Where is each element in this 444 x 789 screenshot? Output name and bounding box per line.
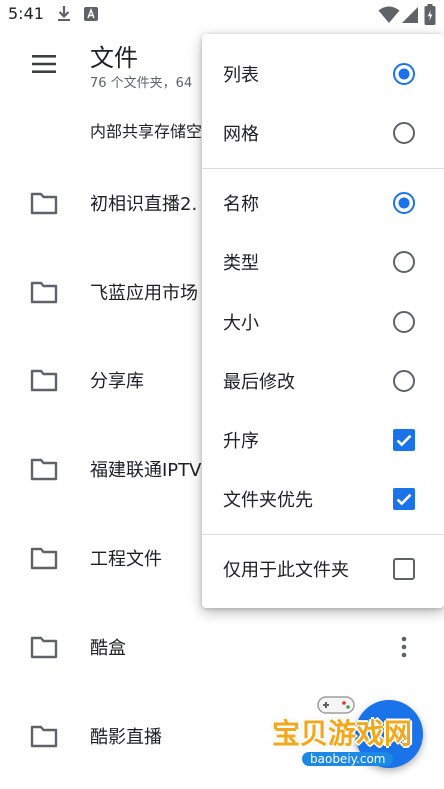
folder-name: 飞蓝应用市场 [90, 283, 198, 304]
checkbox-checked-icon[interactable] [392, 428, 416, 452]
folder-row[interactable]: 酷盒 [0, 617, 444, 677]
more-vert-icon[interactable] [396, 635, 412, 659]
radio-unselected-icon[interactable] [392, 250, 416, 274]
menu-item-label: 最后修改 [223, 372, 295, 393]
a-letter-icon [84, 7, 98, 21]
radio-unselected-icon[interactable] [392, 121, 416, 145]
folder-name: 酷盒 [90, 638, 126, 659]
view-options-menu: 列表 网格 名称 类型 大小 最后修改 升序 文件夹优先 仅用于此文件夹 [202, 34, 444, 608]
radio-selected-icon[interactable] [392, 62, 416, 86]
folder-name: 工程文件 [90, 549, 162, 570]
menu-item-sort-modified[interactable]: 最后修改 [202, 353, 444, 409]
folder-name: 福建联通IPTV [90, 460, 202, 481]
radio-selected-icon[interactable] [392, 191, 416, 215]
storage-label: 内部共享存储空 [90, 122, 203, 141]
menu-item-grid-view[interactable]: 网格 [202, 105, 444, 161]
menu-item-ascending[interactable]: 升序 [202, 412, 444, 468]
folder-icon [30, 458, 58, 481]
status-time: 5:41 [8, 4, 44, 23]
folder-count-subtitle: 76 个文件夹，64 [90, 76, 193, 91]
folder-name: 初相识直播2. [90, 194, 198, 215]
signal-icon [402, 7, 418, 23]
checkbox-checked-icon[interactable] [392, 487, 416, 511]
menu-item-label: 网格 [223, 124, 259, 145]
download-icon [58, 6, 70, 21]
folder-name: 酷影直播 [90, 727, 162, 748]
menu-item-label: 名称 [223, 194, 259, 215]
menu-item-label: 升序 [223, 431, 259, 452]
folder-icon [30, 725, 58, 748]
menu-item-label: 文件夹优先 [223, 490, 313, 511]
battery-icon [424, 4, 436, 25]
watermark-text: 宝贝游戏网 [272, 717, 413, 750]
folder-icon [30, 281, 58, 304]
page-title: 文件 [90, 44, 138, 72]
menu-item-label: 仅用于此文件夹 [223, 560, 349, 581]
watermark-url: baobeiy.com [302, 752, 394, 766]
menu-divider [202, 168, 444, 169]
folder-icon [30, 369, 58, 392]
menu-item-label: 类型 [223, 253, 259, 274]
menu-item-list-view[interactable]: 列表 [202, 46, 444, 102]
radio-unselected-icon[interactable] [392, 369, 416, 393]
folder-icon [30, 547, 58, 570]
folder-icon [30, 192, 58, 215]
menu-item-sort-name[interactable]: 名称 [202, 175, 444, 231]
hamburger-menu-icon[interactable] [30, 50, 58, 78]
radio-unselected-icon[interactable] [392, 310, 416, 334]
menu-item-sort-type[interactable]: 类型 [202, 234, 444, 290]
wifi-icon [378, 6, 400, 23]
menu-divider [202, 534, 444, 535]
folder-icon [30, 636, 58, 659]
menu-item-this-folder-only[interactable]: 仅用于此文件夹 [202, 541, 444, 597]
checkbox-unchecked-icon[interactable] [392, 557, 416, 581]
menu-item-folders-first[interactable]: 文件夹优先 [202, 471, 444, 527]
folder-name: 分享库 [90, 371, 144, 392]
menu-item-sort-size[interactable]: 大小 [202, 294, 444, 350]
status-bar: 5:41 [0, 0, 444, 30]
menu-item-label: 大小 [223, 313, 259, 334]
menu-item-label: 列表 [223, 65, 259, 86]
watermark: 宝贝游戏网 baobeiy.com [262, 690, 422, 780]
